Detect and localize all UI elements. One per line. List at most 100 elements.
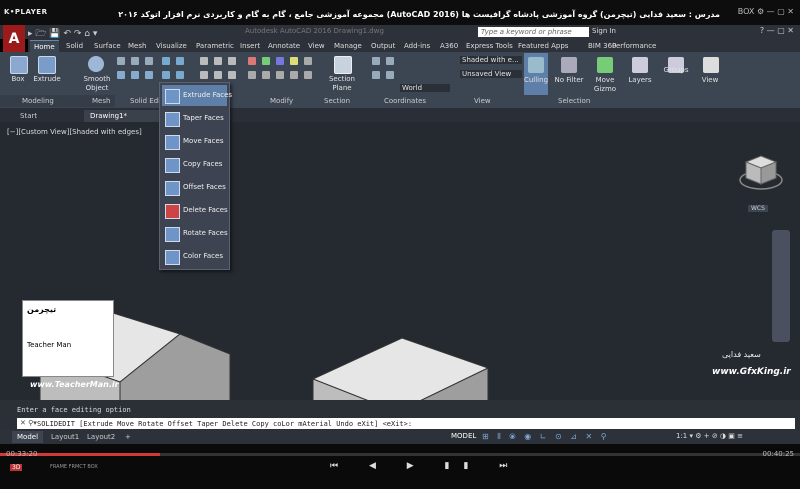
extrude-button[interactable]: Extrude bbox=[32, 75, 62, 83]
solid-edit-tool-icon[interactable] bbox=[176, 71, 184, 79]
draw-circle-icon[interactable] bbox=[228, 57, 236, 65]
group-label-modify[interactable]: Modify bbox=[270, 97, 293, 105]
flyout-item-delete-faces[interactable]: Delete Faces bbox=[162, 200, 228, 221]
group-label-view[interactable]: View bbox=[474, 97, 491, 105]
draw-arc-icon[interactable] bbox=[200, 71, 208, 79]
coordinates-ucs-icon[interactable] bbox=[386, 71, 394, 79]
modify-extend-icon[interactable] bbox=[304, 71, 312, 79]
model-space-button[interactable]: MODEL bbox=[451, 432, 476, 440]
modify-chamfer-icon[interactable] bbox=[262, 71, 270, 79]
tab-add-ins[interactable]: Add-ins bbox=[400, 40, 434, 52]
drafting-toggles[interactable]: ⊞ ⦀ ⦿ ◉ ∟ ⊙ ⊿ ✕ ⚲ bbox=[482, 432, 610, 442]
draw-line-icon[interactable] bbox=[200, 57, 208, 65]
tab-a360[interactable]: A360 bbox=[436, 40, 462, 52]
draw-rectangle-icon[interactable] bbox=[214, 71, 222, 79]
smooth-object-button[interactable]: Smooth Object bbox=[80, 75, 114, 93]
tab-output[interactable]: Output bbox=[367, 40, 399, 52]
playback-buttons[interactable]: ⏮ ◀ ▶ ▮▮ ⏭ bbox=[330, 461, 521, 471]
tab-insert[interactable]: Insert bbox=[236, 40, 264, 52]
view-button[interactable]: View bbox=[694, 76, 726, 84]
modify-array-icon[interactable] bbox=[304, 57, 312, 65]
3d-badge[interactable]: 3D bbox=[10, 464, 23, 471]
extrude-faces-flyout: Extrude Faces Taper Faces Move Faces Cop… bbox=[159, 82, 232, 270]
no-filter-button[interactable]: No Filter bbox=[553, 76, 585, 84]
group-label-section[interactable]: Section bbox=[324, 97, 350, 105]
layout-tab-layout1[interactable]: Layout1 bbox=[46, 431, 84, 443]
group-label-modeling[interactable]: Modeling bbox=[22, 97, 54, 105]
file-tab-drawing1[interactable]: Drawing1* bbox=[84, 110, 166, 122]
file-tab-start[interactable]: Start bbox=[14, 110, 43, 122]
ucs-world-dropdown[interactable]: World bbox=[400, 84, 450, 92]
layers-button[interactable]: Layers bbox=[624, 76, 656, 84]
annotation-scale[interactable]: 1:1 ▾ ⚙ + ⊘ ◑ ▣ ≡ bbox=[676, 432, 743, 440]
coordinates-ucs-icon[interactable] bbox=[372, 71, 380, 79]
window-buttons[interactable]: ? — ▢ ✕ bbox=[760, 26, 794, 35]
model-space-canvas[interactable] bbox=[0, 122, 800, 400]
coordinates-ucs-icon[interactable] bbox=[386, 57, 394, 65]
move-gizmo-button[interactable]: Move Gizmo bbox=[589, 76, 621, 94]
modify-mirror-icon[interactable] bbox=[290, 57, 298, 65]
mesh-tool-icon[interactable] bbox=[117, 71, 125, 79]
visual-style-dropdown[interactable]: Shaded with e... bbox=[460, 56, 522, 64]
modify-trim-icon[interactable] bbox=[290, 71, 298, 79]
mesh-tool-icon[interactable] bbox=[145, 57, 153, 65]
sign-in-link[interactable]: Sign In bbox=[592, 27, 616, 35]
tab-surface[interactable]: Surface bbox=[90, 40, 125, 52]
draw-hatch-icon[interactable] bbox=[228, 71, 236, 79]
flyout-item-color-faces[interactable]: Color Faces bbox=[162, 246, 227, 267]
viewport-controls-label[interactable]: [−][Custom View][Shaded with edges] bbox=[7, 128, 142, 136]
draw-polyline-icon[interactable] bbox=[214, 57, 222, 65]
wcs-menu[interactable]: WCS bbox=[748, 205, 768, 212]
tab-solid[interactable]: Solid bbox=[62, 40, 87, 52]
layout-tab-model[interactable]: Model bbox=[12, 431, 44, 443]
add-layout-button[interactable]: + bbox=[120, 431, 136, 443]
mesh-tool-icon[interactable] bbox=[131, 71, 139, 79]
modify-move-icon[interactable] bbox=[248, 57, 256, 65]
group-label-selection[interactable]: Selection bbox=[558, 97, 590, 105]
box-button[interactable]: Box bbox=[4, 75, 32, 83]
tab-annotate[interactable]: Annotate bbox=[264, 40, 304, 52]
modify-erase-icon[interactable] bbox=[276, 71, 284, 79]
solid-edit-tool-icon[interactable] bbox=[162, 57, 170, 65]
tab-parametric[interactable]: Parametric bbox=[192, 40, 238, 52]
mesh-tool-icon[interactable] bbox=[117, 57, 125, 65]
culling-button[interactable]: Culling bbox=[522, 76, 550, 84]
solid-edit-tool-icon[interactable] bbox=[176, 57, 184, 65]
solid-edit-tool-icon[interactable] bbox=[162, 71, 170, 79]
flyout-item-rotate-faces[interactable]: Rotate Faces bbox=[162, 223, 228, 244]
tab-manage[interactable]: Manage bbox=[330, 40, 366, 52]
mesh-tool-icon[interactable] bbox=[131, 57, 139, 65]
window-title: Autodesk AutoCAD 2016 Drawing1.dwg bbox=[245, 27, 384, 35]
video-title: مجموعه آموزشی جامع ، گام به گام و کاربرد… bbox=[118, 10, 720, 19]
tab-visualize[interactable]: Visualize bbox=[152, 40, 191, 52]
flyout-item-taper-faces[interactable]: Taper Faces bbox=[162, 108, 227, 129]
group-label-mesh[interactable]: Mesh bbox=[92, 97, 110, 105]
tab-performance[interactable]: Performance bbox=[608, 40, 660, 52]
layout-tab-layout2[interactable]: Layout2 bbox=[82, 431, 120, 443]
flyout-item-copy-faces[interactable]: Copy Faces bbox=[162, 154, 227, 175]
mesh-tool-icon[interactable] bbox=[145, 71, 153, 79]
coordinates-ucs-icon[interactable] bbox=[372, 57, 380, 65]
section-plane-button[interactable]: Section Plane bbox=[326, 75, 358, 93]
application-menu-button[interactable]: A bbox=[3, 25, 25, 53]
tab-view[interactable]: View bbox=[304, 40, 329, 52]
command-prompt-icon[interactable]: ✕ ⚲▾ bbox=[20, 419, 37, 427]
navigation-bar[interactable] bbox=[772, 230, 790, 342]
tab-express-tools[interactable]: Express Tools bbox=[462, 40, 517, 52]
tab-featured-apps[interactable]: Featured Apps bbox=[514, 40, 572, 52]
group-label-solid-edit[interactable]: Solid Edit bbox=[130, 97, 163, 105]
saved-view-dropdown[interactable]: Unsaved View bbox=[460, 70, 522, 78]
player-window-controls[interactable]: BOX ⚙ — ▢ ✕ bbox=[738, 7, 794, 16]
flyout-item-move-faces[interactable]: Move Faces bbox=[162, 131, 227, 152]
modify-fillet-icon[interactable] bbox=[248, 71, 256, 79]
viewcube[interactable] bbox=[738, 150, 784, 196]
groups-button[interactable]: Groups bbox=[660, 66, 692, 74]
group-label-coordinates[interactable]: Coordinates bbox=[384, 97, 426, 105]
flyout-item-offset-faces[interactable]: Offset Faces bbox=[162, 177, 227, 198]
flyout-item-extrude-faces[interactable]: Extrude Faces bbox=[162, 85, 232, 106]
tab-mesh[interactable]: Mesh bbox=[124, 40, 150, 52]
drawing-viewport[interactable] bbox=[0, 122, 800, 400]
modify-scale-icon[interactable] bbox=[276, 57, 284, 65]
modify-rotate-icon[interactable] bbox=[262, 57, 270, 65]
search-input[interactable]: Type a keyword or phrase bbox=[478, 27, 589, 37]
